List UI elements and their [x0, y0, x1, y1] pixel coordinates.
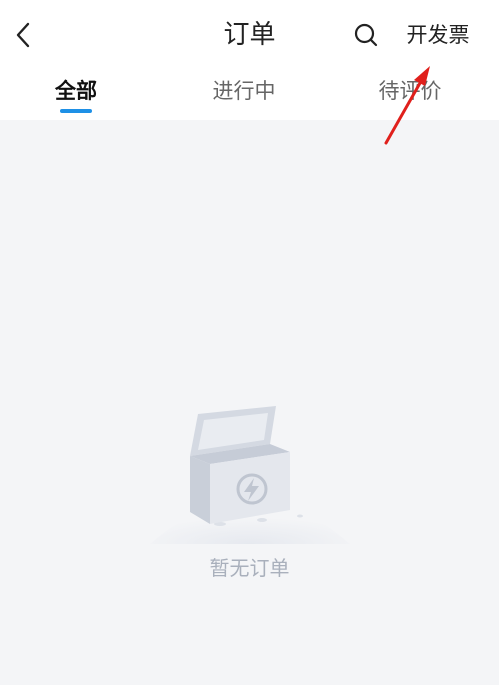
tab-all[interactable]: 全部 [36, 68, 116, 114]
tab-to-review[interactable]: 待评价 [362, 68, 458, 114]
search-button[interactable] [350, 19, 382, 51]
invoice-button[interactable]: 开发票 [398, 16, 478, 54]
empty-state: 暂无订单 [0, 120, 499, 685]
empty-message: 暂无订单 [209, 556, 290, 580]
empty-box-icon [150, 406, 350, 544]
chevron-left-icon [16, 22, 30, 48]
search-icon [354, 23, 378, 47]
back-button[interactable] [8, 16, 38, 54]
tab-in-progress[interactable]: 进行中 [196, 68, 292, 114]
tab-active-indicator [60, 109, 92, 113]
header-bar: 订单 开发票 全部 进行中 待评价 [0, 0, 499, 120]
order-tabs: 全部 进行中 待评价 [0, 68, 499, 118]
